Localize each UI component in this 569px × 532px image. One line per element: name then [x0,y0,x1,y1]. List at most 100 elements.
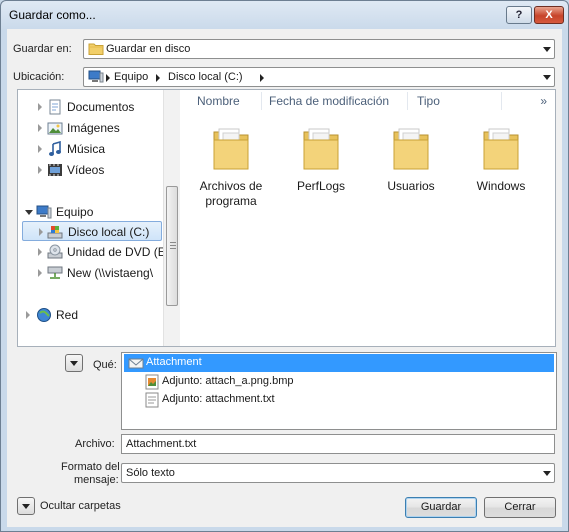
what-expand-button[interactable] [65,354,83,372]
grip-line [170,245,176,246]
attachment-item-bmp[interactable]: Adjunto: attach_a.png.bmp [124,373,554,391]
column-separator [407,92,408,110]
folder-label: Windows [476,179,526,193]
cancel-button[interactable]: Cerrar [484,497,556,518]
save-in-combo[interactable]: Guardar en disco [83,39,555,59]
nav-item-disco-local[interactable]: Disco local (C:) [22,221,162,241]
documents-icon [49,99,61,115]
attachment-item-message[interactable]: Attachment [124,354,554,372]
browse-panel: Documentos Imágenes Música Vídeos Equipo… [17,89,556,347]
nav-item-musica[interactable]: Música [18,139,158,159]
expand-icon[interactable] [38,103,42,111]
nav-label: Música [67,142,106,156]
attachment-item-txt[interactable]: Adjunto: attachment.txt [124,391,554,409]
videos-icon [48,164,62,176]
format-label-line1: Formato del [61,461,120,473]
nav-label: Documentos [67,100,135,114]
nav-item-network-drive[interactable]: New (\\vistaeng\ [18,263,158,283]
hide-folders-toggle[interactable] [17,497,35,515]
chevron-down-icon [543,47,551,52]
help-button[interactable]: ? [506,6,532,24]
what-label: Qué: [93,359,117,371]
save-button[interactable]: Guardar [405,497,477,518]
nav-item-dvd[interactable]: Unidad de DVD (E [18,242,163,262]
chevron-down-icon [543,471,551,476]
folder-tile-archivos[interactable]: Archivos de programa [191,124,271,209]
nav-label: Imágenes [67,121,120,135]
folder-tile-perflogs[interactable]: PerfLogs [281,124,361,194]
scrollbar-thumb[interactable] [166,186,178,306]
folder-icon [213,128,249,170]
column-header-modified[interactable]: Fecha de modificación [269,94,389,108]
column-separator [261,92,262,110]
computer-icon [36,205,52,219]
expand-icon[interactable] [38,248,42,256]
attachment-label: Attachment [146,356,202,368]
save-in-label: Guardar en: [13,43,72,55]
file-name-input[interactable]: Attachment.txt [121,434,555,454]
nav-item-equipo[interactable]: Equipo [18,202,158,222]
folder-label: Archivos de programa [199,179,263,208]
folder-tile-windows[interactable]: Windows [461,124,541,194]
chevron-right-icon [106,74,110,82]
hide-folders-label[interactable]: Ocultar carpetas [40,500,121,512]
nav-label: New (\\vistaeng\ [67,266,154,280]
dialog-body: Guardar en: Guardar en disco Ubicación: … [7,29,562,527]
text-file-icon [145,392,159,408]
grip-line [170,248,176,249]
dialog-title: Guardar como... [9,8,96,22]
attachment-label: Adjunto: attachment.txt [162,393,275,405]
music-icon [49,141,61,156]
format-combo[interactable]: Sólo texto [121,463,555,483]
folder-icon [88,43,104,55]
file-name-label: Archivo: [75,438,115,450]
column-separator [501,92,502,110]
title-bar[interactable]: Guardar como... ? X [1,1,568,29]
chevron-down-icon [70,361,78,366]
pictures-icon [47,122,63,135]
column-header-type[interactable]: Tipo [417,94,440,108]
expand-icon[interactable] [38,145,42,153]
folder-icon [303,128,339,170]
file-list[interactable]: Nombre Fecha de modificación Tipo » Arch… [181,90,555,346]
chevron-right-icon [156,74,160,82]
expand-icon[interactable] [38,166,42,174]
close-window-button[interactable]: X [534,6,564,24]
nav-label: Disco local (C:) [68,225,150,239]
folder-label: Usuarios [387,179,435,193]
navigation-pane[interactable]: Documentos Imágenes Música Vídeos Equipo… [18,90,163,346]
location-breadcrumb[interactable]: Equipo Disco local (C:) [83,67,555,87]
nav-scrollbar[interactable] [163,90,180,346]
attachment-list[interactable]: Attachment Adjunto: attach_a.png.bmp Adj… [121,352,557,430]
format-label-line2: mensaje: [74,474,119,486]
collapse-icon[interactable] [25,210,33,215]
folder-icon [483,128,519,170]
grip-line [170,242,176,243]
column-header-name[interactable]: Nombre [197,94,240,108]
breadcrumb-equipo[interactable]: Equipo [114,71,148,83]
expand-icon[interactable] [39,228,43,236]
more-columns-button[interactable]: » [540,94,547,108]
drive-icon [47,226,63,239]
nav-label: Red [56,308,79,322]
attachment-label: Adjunto: attach_a.png.bmp [162,375,294,387]
expand-icon[interactable] [38,124,42,132]
breadcrumb-disco-local[interactable]: Disco local (C:) [168,71,243,83]
folder-icon [393,128,429,170]
folder-label: PerfLogs [296,179,346,193]
nav-item-imagenes[interactable]: Imágenes [18,118,158,138]
nav-item-documentos[interactable]: Documentos [18,97,158,117]
folder-tile-usuarios[interactable]: Usuarios [371,124,451,194]
location-label: Ubicación: [13,71,65,83]
image-file-icon [145,374,159,390]
nav-item-red[interactable]: Red [18,305,158,325]
expand-icon[interactable] [26,311,30,319]
format-value: Sólo texto [126,467,175,479]
save-as-dialog: Guardar como... ? X Guardar en: Guardar … [0,0,569,532]
nav-label: Vídeos [67,163,105,177]
save-in-value: Guardar en disco [106,43,191,55]
nav-item-videos[interactable]: Vídeos [18,160,158,180]
expand-icon[interactable] [38,269,42,277]
nav-label: Equipo [56,205,94,219]
chevron-down-icon [543,75,551,80]
